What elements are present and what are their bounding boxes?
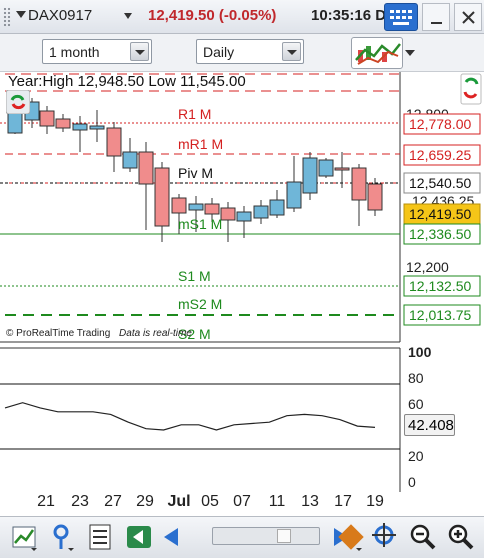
date-label: 19 [366, 493, 384, 510]
chart-settings-icon[interactable] [10, 522, 40, 552]
ms2-price-tag: 12,013.75 [403, 304, 481, 326]
instrument-dropdown-icon[interactable] [124, 13, 132, 19]
svg-text:12,778.00: 12,778.00 [409, 116, 471, 132]
indicator-value-tag: 42.408 [404, 414, 455, 436]
indicator-axis-label: 60 [408, 396, 424, 412]
drawing-tools-icon[interactable] [86, 522, 116, 552]
zoom-in-icon[interactable] [446, 522, 476, 552]
add-indicator-button[interactable] [351, 37, 403, 69]
indicator-axis-label: 0 [408, 474, 416, 490]
scroll-back-icon[interactable] [158, 522, 188, 552]
refresh-icon[interactable] [5, 89, 31, 115]
scroll-left-icon[interactable] [124, 522, 154, 552]
mr1-price-tag: 12,659.25 [403, 144, 481, 166]
chart-scrollbar[interactable] [212, 527, 320, 545]
date-label: 21 [37, 493, 55, 510]
indicator-chart-icon [355, 43, 401, 65]
window-title-bar: DAX0917 12,419.50 (-0.05%) 10:35:16 DA [0, 0, 484, 34]
r1-price-tag: 12,778.00 [403, 113, 481, 135]
realtime-note: Data is real-time [119, 328, 192, 339]
svg-text:12,336.50: 12,336.50 [409, 226, 471, 242]
period-select[interactable]: 1 month [42, 39, 152, 64]
mr1-level-label: mR1 M [178, 136, 224, 152]
instrument-symbol[interactable]: DAX0917 [28, 7, 92, 24]
r1-level-label: R1 M [178, 106, 212, 122]
svg-text:12,540.50: 12,540.50 [409, 175, 471, 191]
last-price-change: 12,419.50 (-0.05%) [148, 7, 277, 24]
minimize-button[interactable] [422, 3, 450, 31]
scrollbar-thumb[interactable] [277, 529, 291, 543]
indicators-icon[interactable] [48, 522, 78, 552]
date-label: 13 [301, 493, 319, 510]
indicator-axis-label: 80 [408, 370, 424, 386]
ms2-level-label: mS2 M [178, 296, 223, 312]
s1-price-tag: 12,132.50 [403, 275, 481, 297]
window-menu-arrow-icon[interactable] [16, 11, 26, 18]
indicator-axis-label: 20 [408, 448, 424, 464]
data-credit: © ProRealTime Trading Data is real-time [6, 328, 192, 339]
indicator-menu-arrow-icon[interactable] [405, 50, 415, 56]
pivot-price-tag: 12,540.50 [403, 172, 481, 194]
svg-text:12,419.50: 12,419.50 [409, 206, 471, 222]
credit-text: © ProRealTime Trading [6, 328, 111, 339]
date-label: 29 [136, 493, 154, 510]
close-button[interactable] [454, 3, 482, 31]
keyboard-icon[interactable] [384, 3, 418, 31]
date-label: 23 [71, 493, 89, 510]
date-label: 27 [104, 493, 122, 510]
date-label: 07 [233, 493, 251, 510]
date-label: Jul [167, 493, 191, 510]
date-axis: 21 23 27 29 Jul 05 07 11 13 17 19 [0, 492, 484, 516]
date-label: 17 [334, 493, 352, 510]
drag-grip-icon[interactable] [3, 7, 11, 27]
close-icon [462, 11, 475, 24]
draw-pen-icon[interactable] [336, 522, 366, 552]
chevron-down-icon[interactable] [282, 42, 301, 61]
bottom-toolbar [0, 516, 484, 558]
interval-select-value: Daily [203, 44, 235, 60]
date-label: 11 [268, 493, 286, 510]
period-select-value: 1 month [49, 44, 100, 60]
date-label: 05 [201, 493, 219, 510]
minimize-icon [431, 22, 442, 24]
interval-select[interactable]: Daily [196, 39, 304, 64]
svg-text:12,013.75: 12,013.75 [409, 307, 471, 323]
svg-text:12,132.50: 12,132.50 [409, 278, 471, 294]
year-high-low-label: Year:High 12,948.50 Low 11,545.00 [8, 73, 246, 90]
svg-text:12,659.25: 12,659.25 [409, 147, 471, 163]
current-price-tag: 12,419.50 [403, 203, 481, 225]
zoom-out-icon[interactable] [408, 522, 438, 552]
price-chart[interactable]: 12,800 12,436.25 12,200 12,778.00 12,659… [0, 72, 484, 492]
chevron-down-icon[interactable] [130, 42, 149, 61]
price-axis-label: 12,200 [406, 259, 449, 275]
s1-level-label: S1 M [178, 268, 211, 284]
ms1-level-label: mS1 M [178, 216, 223, 232]
crosshair-icon[interactable] [370, 522, 400, 552]
indicator-axis-label: 100 [408, 344, 432, 360]
indicator-line [4, 402, 376, 431]
ms1-price-tag: 12,336.50 [403, 223, 481, 245]
chart-control-bar: 1 month Daily [0, 34, 484, 105]
pivot-level-label: Piv M [178, 165, 213, 181]
